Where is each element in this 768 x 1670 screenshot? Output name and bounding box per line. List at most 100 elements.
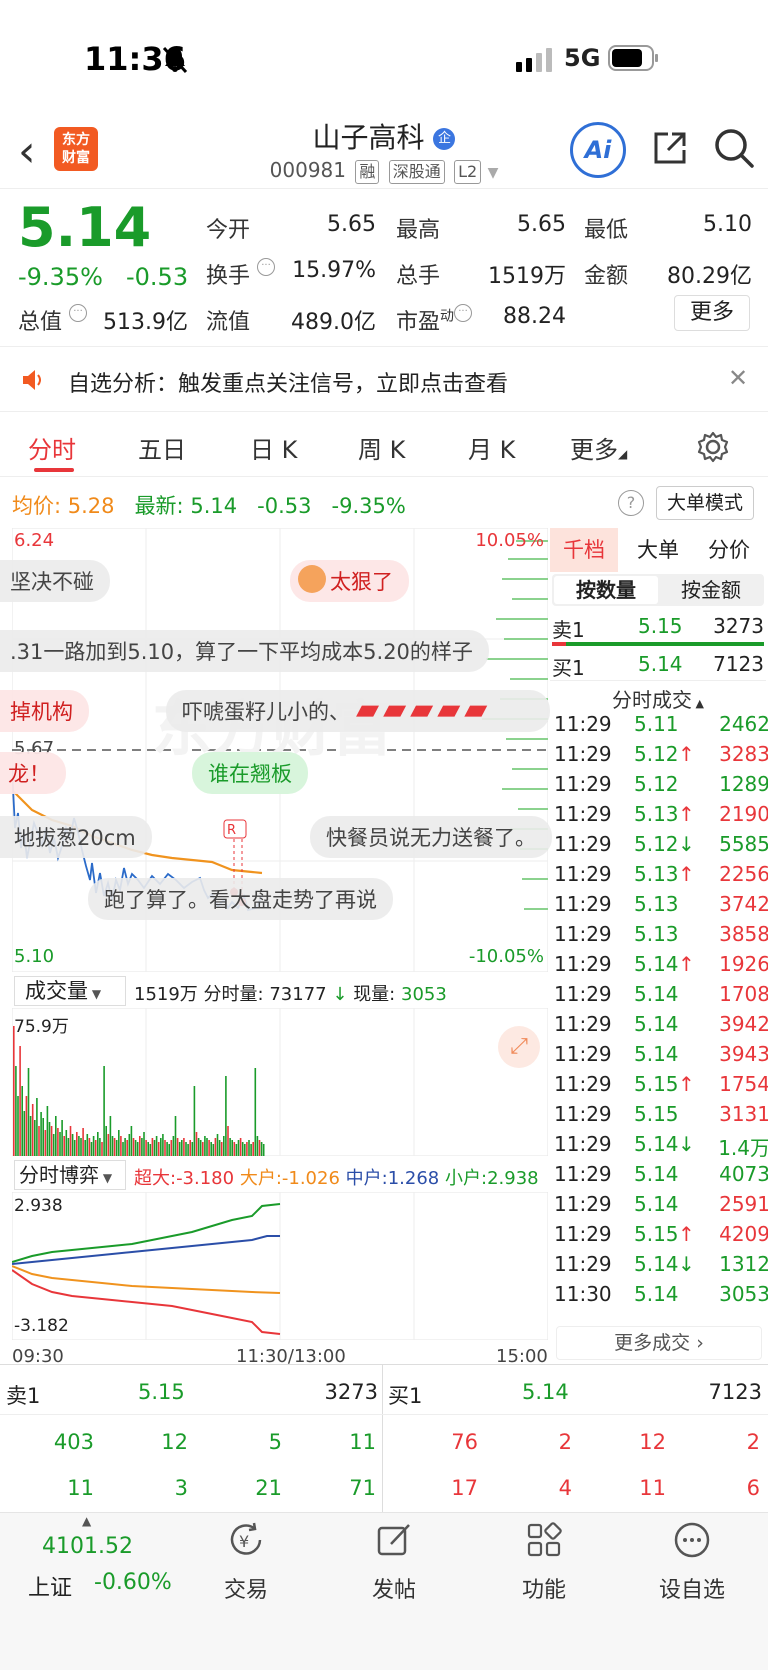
volume-bar (122, 1142, 124, 1156)
danmu-comment[interactable]: 跑了算了。看大盘走势了再说 (88, 878, 393, 920)
info-line: 均价: 5.28 最新: 5.14 -0.53 -9.35% (12, 494, 406, 518)
ob-cell: 3 (174, 1476, 188, 1500)
tab-weekly-k[interactable]: 周 K (358, 430, 405, 465)
tick-volume: 2462 (719, 712, 768, 736)
tick-price: 5.14 (634, 1162, 679, 1186)
volume-bar (40, 1112, 42, 1156)
tick-volume: 1289 (719, 772, 768, 796)
tick-time: 11:30 (554, 1282, 612, 1306)
danmu-comment[interactable]: 快餐员说无力送餐了。 (310, 816, 552, 858)
tick-arrow: ↑ (678, 802, 695, 826)
tab-more[interactable]: 更多◢ (570, 430, 627, 465)
volume-bar (99, 1138, 101, 1156)
tick-time: 11:29 (554, 712, 612, 736)
low-value: 5.10 (703, 212, 752, 237)
volume-bar (227, 1126, 229, 1156)
subtab-by-amount[interactable]: 按金额 (660, 576, 762, 604)
volume-bar (157, 1142, 160, 1156)
volume-bar (260, 1142, 263, 1156)
tab-depth[interactable]: 千档 (550, 528, 618, 572)
volume-bar (59, 1132, 61, 1156)
flag-emoji-icons: ▰▰▰▰▰ (356, 692, 492, 727)
settings-gear-icon[interactable] (696, 430, 730, 464)
danmu-comment[interactable]: 吓唬蛋籽儿小的、 ▰▰▰▰▰ (166, 690, 550, 732)
volume-bar (44, 1130, 47, 1156)
volume-bar (149, 1144, 152, 1156)
ob-cell: 403 (53, 1430, 94, 1454)
volume-bar (120, 1136, 122, 1156)
volume-bar (17, 1096, 19, 1156)
tick-row: 11:29 5.13 3858 (554, 922, 768, 952)
tab-five-day[interactable]: 五日 (138, 430, 186, 465)
tick-volume: 1312 (719, 1252, 768, 1276)
more-ticks-button[interactable]: 更多成交 › (556, 1326, 762, 1360)
danmu-comment-hot[interactable]: 太狠了 (290, 560, 409, 602)
nav-post[interactable]: 发帖 (334, 1572, 454, 1604)
tick-row: 11:29 5.14 2591 (554, 1192, 768, 1222)
nav-trade[interactable]: 交易 (186, 1572, 306, 1604)
info-icon[interactable]: ··· (257, 258, 276, 276)
stock-code: 000981 (269, 158, 346, 182)
chart-bottom-price: 5.10 (14, 946, 55, 967)
nav-add-watchlist[interactable]: 设自选 (632, 1572, 752, 1604)
volume-bar (166, 1142, 168, 1156)
volume-bar (145, 1140, 147, 1156)
volume-chart[interactable] (12, 1008, 548, 1156)
game-bottom-label: -3.182 (14, 1316, 69, 1336)
big-order-mode-button[interactable]: 大单模式 (656, 486, 754, 520)
order-game-chart[interactable] (12, 1192, 548, 1340)
expand-icon[interactable]: ⤢ (498, 1026, 540, 1068)
cow-emoji-icon (298, 565, 326, 593)
volume-bar (199, 1140, 202, 1156)
volume-indicator-select[interactable]: 成交量 ▼ (14, 976, 126, 1006)
index-ticker[interactable]: ▲ 4101.52 上证 -0.60% (20, 1512, 172, 1622)
volume-bar (124, 1138, 126, 1156)
game-top-label: 2.938 (14, 1196, 63, 1216)
chart-top-price: 6.24 (14, 530, 55, 551)
danmu-comment[interactable]: 地拔葱20cm (0, 816, 152, 858)
tab-price-dist[interactable]: 分价 (694, 528, 764, 572)
danmu-comment[interactable]: 坚决不碰 (0, 560, 110, 602)
tab-monthly-k[interactable]: 月 K (468, 430, 515, 465)
info-icon[interactable]: ··· (69, 304, 88, 322)
volume-bar (36, 1098, 38, 1156)
tick-price: 5.14 (634, 1042, 679, 1066)
tick-price: 5.14 (634, 1012, 679, 1036)
danmu-comment[interactable]: 谁在翘板 (192, 752, 308, 794)
danmu-comment[interactable]: 龙！ (0, 752, 66, 794)
info-icon[interactable]: ··· (454, 304, 473, 322)
tab-daily-k[interactable]: 日 K (250, 430, 297, 465)
bottom-order-book: 卖1 5.15 3273 买1 5.14 7123 403 12 5 11 11… (0, 1364, 768, 1512)
volume-bar (128, 1134, 131, 1156)
tab-big-order[interactable]: 大单 (624, 528, 692, 572)
tab-intraday[interactable]: 分时 (28, 430, 76, 465)
volume-bar (15, 1066, 17, 1156)
danmu-comment[interactable]: .31一路加到5.10，算了一下平均成本5.20的样子 (0, 630, 489, 672)
game-indicator-select[interactable]: 分时博弈 ▼ (14, 1160, 126, 1190)
volume-bar (97, 1132, 99, 1156)
danmu-comment[interactable]: 掉机构 (0, 690, 89, 732)
volume-bar (29, 1116, 32, 1156)
ticks-title[interactable]: 分时成交 ▲ (550, 684, 766, 713)
subtab-by-count[interactable]: 按数量 (554, 576, 658, 604)
amount-value: 80.29亿 (667, 264, 752, 289)
volume-bar (218, 1140, 221, 1156)
volume-bar (109, 1116, 112, 1156)
volume-bar (76, 1132, 78, 1156)
volume-bar (237, 1140, 240, 1156)
tick-arrow: ↓ (678, 832, 695, 856)
share-icon[interactable] (650, 128, 690, 168)
ob-sell1-label: 卖1 (6, 1384, 41, 1408)
volume-bar (19, 1046, 21, 1156)
more-button[interactable]: 更多 (674, 295, 750, 331)
tick-volume: 3053 (719, 1282, 768, 1306)
tick-row: 11:29 5.13 ↑ 2190 (554, 802, 768, 832)
ai-button[interactable]: Ai (570, 122, 626, 178)
info-change-pct: -9.35% (331, 494, 406, 518)
tick-row: 11:29 5.12 ↑ 3283 (554, 742, 768, 772)
close-icon[interactable]: ✕ (728, 364, 748, 392)
help-icon[interactable]: ? (618, 490, 644, 516)
search-icon[interactable] (712, 126, 756, 170)
volume-bar (105, 1126, 107, 1156)
nav-functions[interactable]: 功能 (484, 1572, 604, 1604)
